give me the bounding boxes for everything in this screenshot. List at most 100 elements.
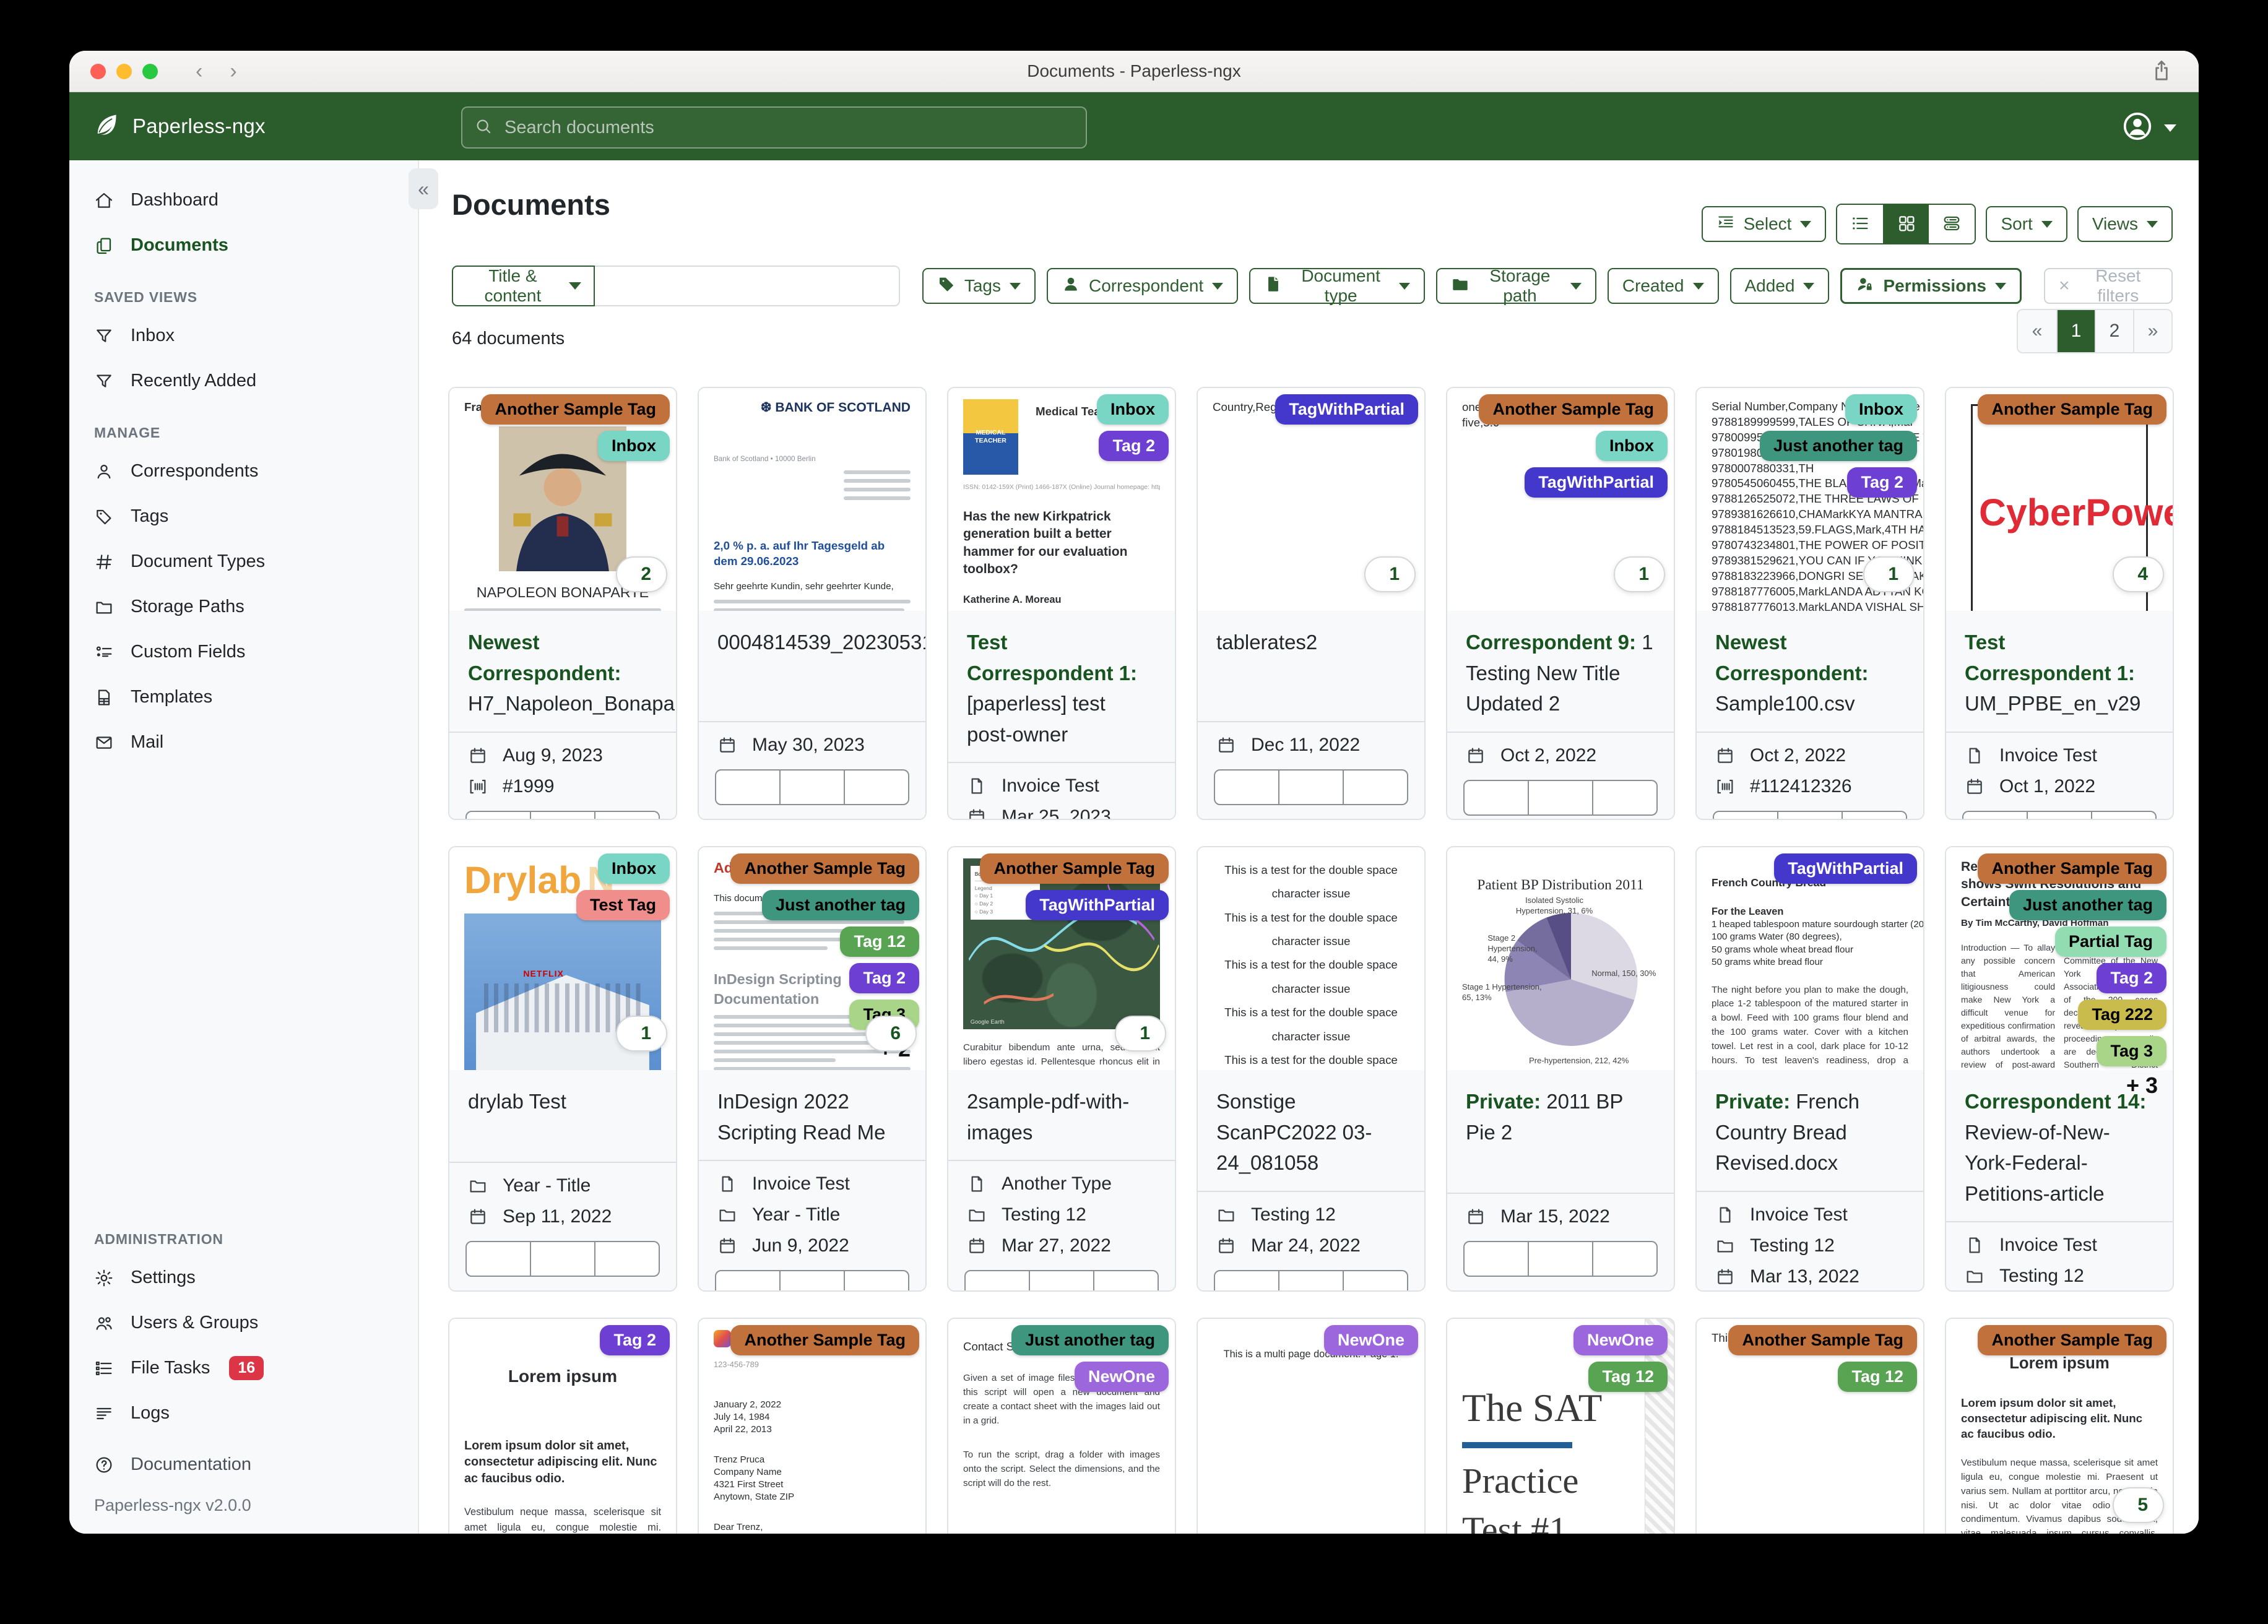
document-card[interactable]: Francja pod r NAPOLEON BONAPARTEDojscie … bbox=[448, 387, 677, 820]
filter-text-input[interactable] bbox=[594, 266, 900, 306]
edit-button[interactable] bbox=[465, 810, 531, 819]
document-title-link[interactable]: Private: French Country Bread Revised.do… bbox=[1697, 1070, 1923, 1191]
document-correspondent[interactable]: Newest Correspondent: bbox=[1715, 631, 1869, 685]
preview-button[interactable] bbox=[1279, 1269, 1344, 1290]
pagination-next[interactable]: » bbox=[2133, 310, 2171, 352]
preview-button[interactable] bbox=[1279, 769, 1344, 805]
edit-button[interactable] bbox=[1463, 1241, 1529, 1277]
download-button[interactable] bbox=[1843, 810, 1907, 819]
sidebar-item-settings[interactable]: Settings bbox=[69, 1255, 418, 1300]
preview-button[interactable] bbox=[2028, 810, 2092, 819]
views-dropdown-button[interactable]: Views bbox=[2077, 206, 2173, 242]
document-title-link[interactable]: Newest Correspondent: H7_Napoleon_Bonapa… bbox=[449, 611, 676, 732]
sidebar-item-logs[interactable]: Logs bbox=[69, 1391, 418, 1436]
tag-chip[interactable]: Another Sample Tag bbox=[1978, 1325, 2166, 1355]
detail-view-button[interactable] bbox=[1929, 205, 1975, 243]
app-brand[interactable]: Paperless-ngx bbox=[93, 111, 266, 142]
user-menu[interactable] bbox=[2121, 110, 2176, 146]
tag-chip[interactable]: Just another tag bbox=[761, 890, 919, 920]
filter-correspondent-button[interactable]: Correspondent bbox=[1047, 268, 1239, 304]
comment-count-badge[interactable]: 6 bbox=[865, 1016, 917, 1052]
download-button[interactable] bbox=[845, 769, 909, 805]
comment-count-badge[interactable]: 1 bbox=[616, 1016, 667, 1052]
document-card[interactable]: Serial Number,Company Name,Employe 978818… bbox=[1695, 387, 1924, 820]
sidebar-item-documentation[interactable]: Documentation bbox=[69, 1442, 418, 1487]
download-button[interactable] bbox=[595, 1241, 660, 1277]
tag-chip[interactable]: Tag 3 bbox=[2097, 1036, 2166, 1066]
tag-chip[interactable]: Tag 12 bbox=[1588, 1362, 1668, 1392]
tag-chip[interactable]: Another Sample Tag bbox=[980, 853, 1169, 884]
document-card[interactable]: Patient BP Distribution 2011 Isolated Sy… bbox=[1446, 846, 1675, 1292]
document-title-link[interactable]: Test Correspondent 1: UM_PPBE_en_v29 bbox=[1946, 611, 2173, 732]
filter-storage-path-button[interactable]: Storage path bbox=[1436, 266, 1596, 305]
document-title-link[interactable]: 0004814539_20230531 bbox=[699, 611, 925, 721]
tag-chip[interactable]: Another Sample Tag bbox=[1728, 1325, 1917, 1355]
preview-button[interactable] bbox=[1030, 1270, 1094, 1290]
document-card[interactable]: This is a test for the double space char… bbox=[1197, 846, 1426, 1292]
document-title-link[interactable]: Newest Correspondent: Sample100.csv bbox=[1697, 611, 1923, 732]
grid-view-button[interactable] bbox=[1883, 205, 1929, 243]
tag-chip[interactable]: Tag 2 bbox=[849, 963, 919, 993]
document-card[interactable]: This is a test Another Sample TagTag 12 bbox=[1695, 1318, 1924, 1534]
document-card[interactable]: CyberPowerPowerPanel® Business EditionUs… bbox=[1945, 387, 2174, 820]
sidebar-item-users-groups[interactable]: Users & Groups bbox=[69, 1300, 418, 1345]
document-title-link[interactable]: Test Correspondent 1: [paperless] test p… bbox=[948, 611, 1175, 762]
tag-chip[interactable]: TagWithPartial bbox=[1525, 467, 1668, 498]
edit-button[interactable] bbox=[1713, 810, 1778, 819]
edit-button[interactable] bbox=[715, 769, 781, 805]
download-button[interactable] bbox=[1344, 1269, 1408, 1290]
sidebar-item-recently-added[interactable]: Recently Added bbox=[69, 358, 418, 404]
tag-chip[interactable]: Inbox bbox=[598, 853, 670, 884]
reset-filters-button[interactable]: × Reset filters bbox=[2044, 266, 2173, 305]
document-card[interactable]: French Country Bread For the Leaven 1 heap… bbox=[1695, 846, 1924, 1292]
sidebar-collapse-button[interactable]: « bbox=[409, 168, 438, 209]
filter-tags-button[interactable]: Tags bbox=[922, 268, 1036, 304]
tag-chip[interactable]: Partial Tag bbox=[2054, 926, 2166, 957]
document-card[interactable]: Lorem ipsum Lorem ipsum dolor sit amet, c… bbox=[448, 1318, 677, 1534]
edit-button[interactable] bbox=[1214, 1269, 1279, 1290]
tag-chip[interactable]: NewOne bbox=[1074, 1362, 1169, 1392]
download-button[interactable] bbox=[2092, 810, 2157, 819]
filter-created-button[interactable]: Created bbox=[1607, 268, 1719, 304]
tag-chip[interactable]: NewOne bbox=[1573, 1325, 1668, 1355]
comment-count-badge[interactable]: 4 bbox=[2113, 556, 2164, 592]
sidebar-item-correspondents[interactable]: Correspondents bbox=[69, 449, 418, 494]
document-card[interactable]: The SATPracticeTest #1Make time to take … bbox=[1446, 1318, 1675, 1534]
preview-button[interactable] bbox=[1529, 1241, 1593, 1277]
edit-button[interactable] bbox=[1962, 810, 2028, 819]
document-title-link[interactable]: 2sample-pdf-with-images bbox=[948, 1070, 1175, 1160]
comment-count-badge[interactable]: 2 bbox=[616, 556, 667, 592]
select-dropdown-button[interactable]: Select bbox=[1701, 206, 1827, 242]
preview-button[interactable] bbox=[781, 769, 845, 805]
document-correspondent[interactable]: Newest Correspondent: bbox=[468, 631, 621, 685]
preview-button[interactable] bbox=[1778, 810, 1843, 819]
document-card[interactable]: Test Name123-456-789January 2, 2022July … bbox=[698, 1318, 927, 1534]
document-card[interactable]: Drylab N NETFLIXWelcome to our first new… bbox=[448, 846, 677, 1292]
preview-button[interactable] bbox=[531, 810, 595, 819]
tag-chip[interactable]: Another Sample Tag bbox=[1479, 394, 1668, 425]
document-title-link[interactable]: Private: 2011 BP Pie 2 bbox=[1447, 1070, 1674, 1193]
document-correspondent[interactable]: Test Correspondent 1: bbox=[1965, 631, 2135, 685]
download-button[interactable] bbox=[1593, 1241, 1658, 1277]
sidebar-item-inbox[interactable]: Inbox bbox=[69, 313, 418, 358]
share-icon[interactable] bbox=[2149, 58, 2174, 83]
search-field-dropdown[interactable]: Title & content bbox=[452, 266, 595, 306]
document-title-link[interactable]: drylab Test bbox=[449, 1070, 676, 1162]
tag-chip[interactable]: Just another tag bbox=[1011, 1325, 1169, 1355]
preview-button[interactable] bbox=[781, 1270, 845, 1290]
download-button[interactable] bbox=[1344, 769, 1408, 805]
pagination-page-1[interactable]: 1 bbox=[2056, 310, 2095, 352]
tag-chip[interactable]: Another Sample Tag bbox=[1978, 394, 2166, 425]
document-card[interactable]: ❆ BANK OF SCOTLAND Bank of Scotland • 100… bbox=[698, 387, 927, 820]
tag-chip[interactable]: Tag 222 bbox=[2078, 1000, 2166, 1030]
document-card[interactable]: MEDICAL TEACHER Medical Teacher ISSN: 01… bbox=[947, 387, 1176, 820]
sidebar-item-storage-paths[interactable]: Storage Paths bbox=[69, 584, 418, 629]
edit-button[interactable] bbox=[465, 1241, 531, 1277]
tag-chip[interactable]: Tag 12 bbox=[840, 926, 919, 957]
sidebar-item-templates[interactable]: Templates bbox=[69, 675, 418, 720]
tag-chip[interactable]: Inbox bbox=[598, 431, 670, 461]
tag-chip[interactable]: TagWithPartial bbox=[1026, 890, 1169, 920]
tag-chip[interactable]: Inbox bbox=[1845, 394, 1917, 425]
sidebar-item-tags[interactable]: Tags bbox=[69, 494, 418, 539]
document-card[interactable]: one,1.0five,5.0 Another Sample TagInboxT… bbox=[1446, 387, 1675, 820]
